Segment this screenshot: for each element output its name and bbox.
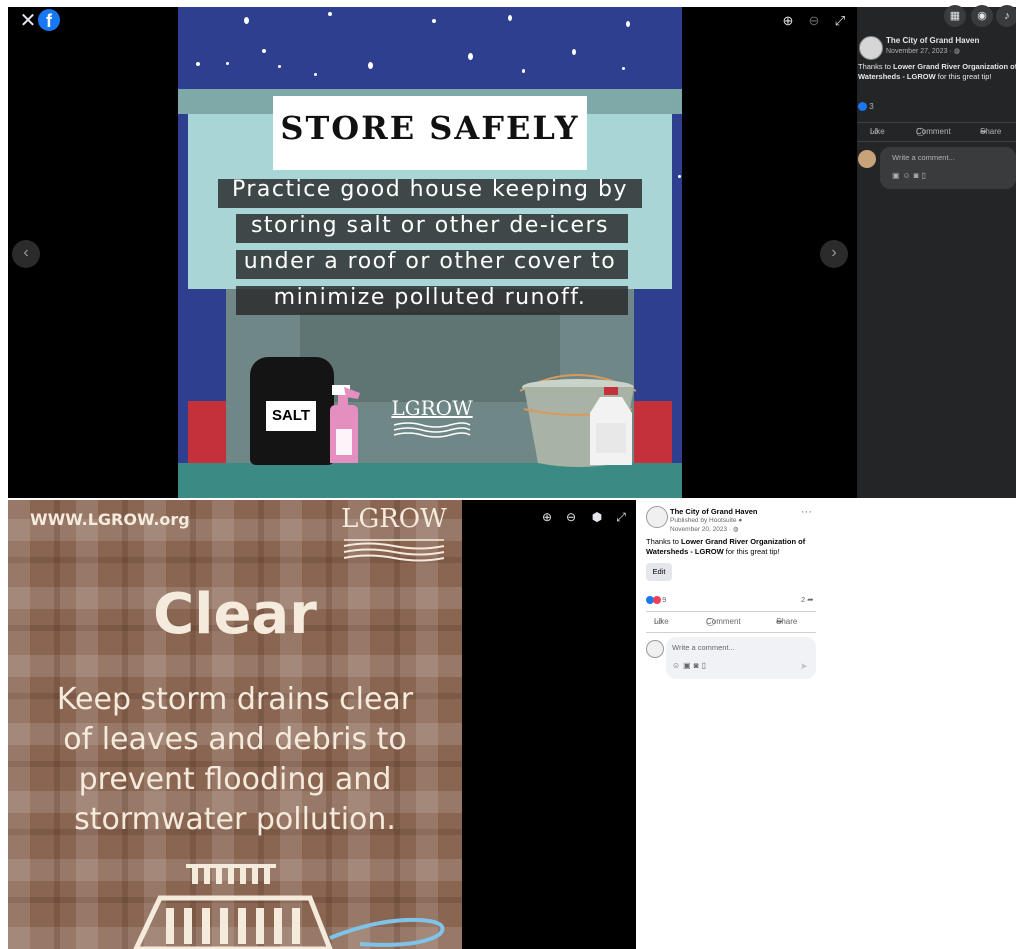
fullscreen-icon[interactable]: ⤢ [830,11,850,31]
previous-photo-button[interactable]: ‹ [12,240,40,268]
globe-icon: ◍ [732,526,739,533]
star [432,19,436,23]
bell-icon[interactable]: ♪ [996,5,1016,27]
salt-label: SALT [266,401,316,431]
zoom-out-icon[interactable]: ⊖ [562,508,580,526]
star [328,12,332,16]
clear-text-line: of leaves and debris to [63,722,407,757]
star [572,49,576,55]
star [522,69,525,73]
light-post-panel [636,500,1016,949]
star [368,62,373,69]
post-date[interactable]: November 27, 2023 · ◍ [886,47,960,55]
reaction-count: 9 [662,595,667,604]
clear-text-line: stormwater pollution. [74,802,396,837]
share-count[interactable]: 2 ➦ [801,595,814,604]
star [468,53,473,60]
zoom-out-icon[interactable]: ⊖ [804,11,824,31]
post-actions: 👍︎ Like ◯ Comment ➦ Share [858,122,1016,142]
edit-button[interactable]: Edit [646,563,672,581]
comment-placeholder: Write a comment... [672,643,735,652]
menu-grid-icon[interactable]: ▦ [944,5,966,27]
star [314,73,317,76]
post-actions: 👍︎ Like ◯ Comment ➦ Share [646,611,816,633]
next-photo-button[interactable]: › [820,240,848,268]
post-date-text: November 27, 2023 · [886,48,954,55]
store-safely-image: STORE SAFELY Practice good house keeping… [178,7,682,498]
reaction-count: 3 [869,102,874,111]
post-text-prefix: Thanks to [858,62,894,71]
comment-label: Comment [706,617,741,626]
star [626,21,630,27]
star [244,17,249,24]
store-text-line: under a roof or other cover to [243,249,617,274]
love-reaction-icon [653,596,661,605]
comment-tool-icons[interactable]: ▣☺◙▯ [892,171,929,180]
like-label: Like [654,617,669,626]
post-text-prefix: Thanks to [646,537,682,546]
star [196,62,200,66]
garage-post-left [188,401,226,463]
close-icon[interactable]: ✕ [16,9,40,33]
comment-label: Comment [916,127,951,136]
post-text: Thanks to Lower Grand River Organization… [858,62,1016,82]
store-text-line: minimize polluted runoff. [273,285,587,310]
star [226,62,229,65]
commenter-avatar[interactable] [858,150,876,168]
share-count-value: 2 [801,595,806,604]
published-by-text: Published by Hootsuite [670,517,737,524]
post-text-suffix: for this great tip! [723,547,780,556]
clear-drains-image: WWW.LGROW.org LGROW Clear Keep storm dra… [8,500,462,949]
star [262,49,266,53]
spray-bottle [330,385,360,463]
reaction-summary[interactable]: 3 [858,102,874,112]
star [678,175,681,178]
messenger-icon[interactable]: ◉ [971,5,993,27]
zoom-in-icon[interactable]: ⊕ [538,508,556,526]
comment-placeholder: Write a comment... [892,153,955,162]
tag-icon[interactable]: ⬢ [588,508,606,526]
more-options-button[interactable]: ··· [801,506,812,518]
comment-tool-icons[interactable]: ☺▣◙▯ [672,661,709,670]
facebook-logo-icon[interactable]: f [38,9,60,31]
post-date-text: November 20, 2023 · [670,526,733,533]
share-arrow-icon: ➦ [807,595,814,604]
commenter-avatar[interactable] [646,640,664,658]
storm-drain-illustration [133,864,445,949]
share-label: Share [776,617,798,626]
star [508,15,512,21]
globe-icon: ◍ [953,48,960,55]
store-text-line: Practice good house keeping by [231,177,629,202]
published-by: Published by Hootsuite ● [670,517,742,524]
share-label: Share [980,127,1002,136]
send-icon[interactable]: ➤ [800,661,808,672]
info-icon[interactable]: ● [738,517,742,524]
like-reaction-icon [858,102,867,112]
star [278,65,281,68]
reaction-summary[interactable]: 9 [646,595,667,605]
post-text: Thanks to Lower Grand River Organization… [646,537,820,557]
fullscreen-icon[interactable]: ⤢ [612,508,630,526]
post-author[interactable]: The City of Grand Haven [670,507,758,516]
post-date[interactable]: November 20, 2023 · ◍ [670,525,739,533]
post-text-suffix: for this great tip! [935,72,992,81]
clear-text-line: prevent flooding and [78,762,392,797]
page-avatar[interactable] [859,36,883,60]
lgrow-logo-text: LGROW [391,396,473,420]
post-author[interactable]: The City of Grand Haven [886,36,979,45]
clear-title: Clear [153,582,317,647]
store-text-line: storing salt or other de-icers [250,213,610,238]
clear-text-line: Keep storm drains clear [56,682,414,717]
store-title: STORE SAFELY [280,109,580,147]
page-avatar[interactable] [646,506,668,528]
like-label: Like [870,127,885,136]
bottom-viewer-background: ⊕ ⊖ ⬢ ⤢ [462,500,636,949]
star [622,67,625,70]
zoom-in-icon[interactable]: ⊕ [778,11,798,31]
milk-jug [590,387,632,465]
lgrow-logo-text: LGROW [341,504,447,534]
lgrow-url: WWW.LGROW.org [30,510,190,529]
